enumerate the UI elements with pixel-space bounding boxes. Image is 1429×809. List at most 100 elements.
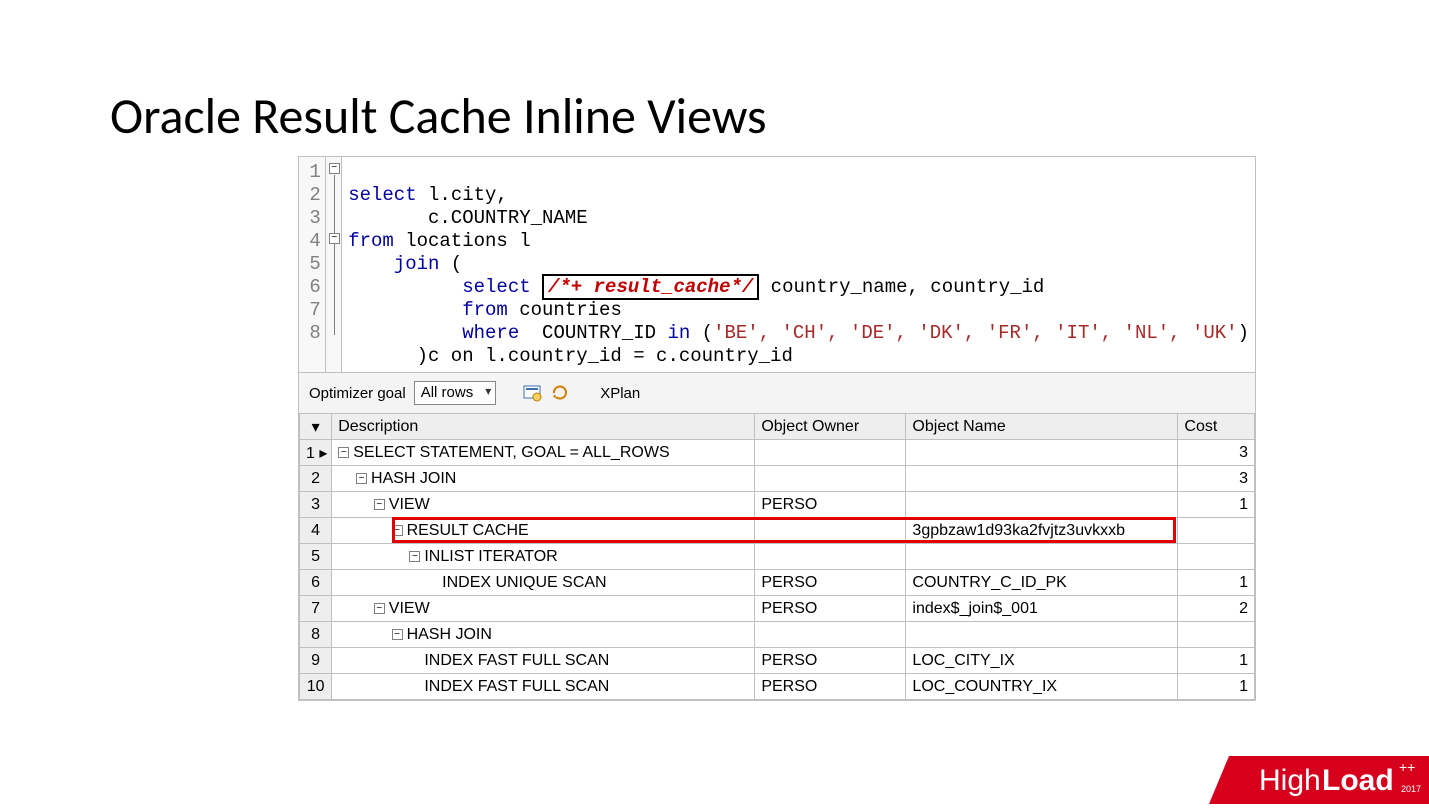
line-number: 5 — [309, 253, 321, 276]
plan-table-container: ▾ Description Object Owner Object Name C… — [299, 413, 1255, 700]
plan-cost: 1 — [1178, 570, 1255, 596]
plan-description: −SELECT STATEMENT, GOAL = ALL_ROWS — [332, 440, 755, 466]
sql-hint-highlight: /*+ result_cache*/ — [542, 274, 759, 300]
plan-corner-menu[interactable]: ▾ — [300, 414, 332, 440]
line-number: 4 — [309, 230, 321, 253]
plan-row[interactable]: 3 −VIEWPERSO 1 — [300, 492, 1255, 518]
plan-description: −HASH JOIN — [332, 466, 755, 492]
line-number: 2 — [309, 184, 321, 207]
plan-header-row: ▾ Description Object Owner Object Name C… — [300, 414, 1255, 440]
plan-object — [906, 492, 1178, 518]
plan-rownum: 8 — [300, 622, 332, 648]
plan-rownum: 2 — [300, 466, 332, 492]
plan-cost: 1 — [1178, 492, 1255, 518]
plan-description: INDEX UNIQUE SCAN — [332, 570, 755, 596]
tree-toggle-icon[interactable]: − — [338, 447, 349, 458]
sql-text: COUNTRY_ID — [519, 322, 667, 344]
plan-object: index$_join$_001 — [906, 596, 1178, 622]
plan-object: LOC_CITY_IX — [906, 648, 1178, 674]
config-icon[interactable] — [522, 383, 542, 403]
tree-toggle-icon[interactable]: − — [374, 603, 385, 614]
plan-row[interactable]: 5 −INLIST ITERATOR — [300, 544, 1255, 570]
plan-cost: 3 — [1178, 440, 1255, 466]
plan-row[interactable]: 2 −HASH JOIN3 — [300, 466, 1255, 492]
col-object-owner[interactable]: Object Owner — [755, 414, 906, 440]
plan-row[interactable]: 7 −VIEWPERSOindex$_join$_0012 — [300, 596, 1255, 622]
tree-toggle-icon[interactable]: − — [392, 629, 403, 640]
sql-text: country_name, country_id — [759, 276, 1044, 298]
sql-keyword: join — [394, 253, 440, 275]
sql-keyword: from — [462, 299, 508, 321]
tree-toggle-icon[interactable]: − — [392, 525, 403, 536]
editor-container: 1 2 3 4 5 6 7 8 − − select l.city, c.COU… — [298, 156, 1256, 701]
sql-text: )c on l.country_id = c.country_id — [348, 345, 793, 367]
code-body[interactable]: select l.city, c.COUNTRY_NAME from locat… — [342, 157, 1255, 372]
plan-owner: PERSO — [755, 674, 906, 700]
sql-pad — [348, 322, 462, 344]
sql-text: countries — [508, 299, 622, 321]
plan-cost — [1178, 544, 1255, 570]
plan-object — [906, 466, 1178, 492]
plan-row[interactable]: 4 −RESULT CACHE3gpbzaw1d93ka2fvjtz3uvkxx… — [300, 518, 1255, 544]
plan-cost: 1 — [1178, 674, 1255, 700]
optimizer-goal-label: Optimizer goal — [309, 385, 406, 402]
sql-keyword: select — [462, 276, 542, 298]
plan-description: −HASH JOIN — [332, 622, 755, 648]
plan-object — [906, 440, 1178, 466]
fold-toggle-icon[interactable]: − — [329, 233, 340, 244]
plan-owner: PERSO — [755, 492, 906, 518]
optimizer-goal-select[interactable]: All rows — [414, 381, 497, 405]
tree-toggle-icon[interactable]: − — [409, 551, 420, 562]
tree-toggle-icon[interactable]: − — [374, 499, 385, 510]
logo-plus: ++ — [1399, 759, 1415, 775]
slide-title: Oracle Result Cache Inline Views — [110, 86, 767, 147]
plan-cost — [1178, 518, 1255, 544]
line-number: 1 — [309, 161, 321, 184]
sql-text: l.city, — [417, 184, 508, 206]
plan-description: INDEX FAST FULL SCAN — [332, 648, 755, 674]
plan-owner — [755, 466, 906, 492]
plan-cost — [1178, 622, 1255, 648]
sql-text: c.COUNTRY_NAME — [348, 207, 587, 229]
plan-owner — [755, 518, 906, 544]
plan-row[interactable]: 6 INDEX UNIQUE SCANPERSOCOUNTRY_C_ID_PK1 — [300, 570, 1255, 596]
plan-cost: 2 — [1178, 596, 1255, 622]
fold-toggle-icon[interactable]: − — [329, 163, 340, 174]
plan-row[interactable]: 1 ▸−SELECT STATEMENT, GOAL = ALL_ROWS3 — [300, 440, 1255, 466]
line-number: 6 — [309, 276, 321, 299]
col-cost[interactable]: Cost — [1178, 414, 1255, 440]
explain-plan-table: ▾ Description Object Owner Object Name C… — [299, 413, 1255, 700]
sql-string: 'BE', 'CH', 'DE', 'DK', 'FR', 'IT', 'NL'… — [713, 322, 1238, 344]
line-number: 8 — [309, 322, 321, 345]
sql-text: ( — [439, 253, 462, 275]
plan-rownum: 3 — [300, 492, 332, 518]
refresh-plan-icon[interactable] — [550, 383, 570, 403]
plan-toolbar: Optimizer goal All rows XPlan — [299, 372, 1255, 413]
fold-gutter: − − — [326, 157, 342, 372]
plan-description: −VIEW — [332, 596, 755, 622]
plan-rownum: 6 — [300, 570, 332, 596]
plan-owner — [755, 440, 906, 466]
sql-text: ( — [690, 322, 713, 344]
plan-description: −RESULT CACHE — [332, 518, 755, 544]
plan-description: −VIEW — [332, 492, 755, 518]
plan-owner: PERSO — [755, 570, 906, 596]
xplan-button[interactable]: XPlan — [600, 385, 640, 402]
plan-row[interactable]: 10 INDEX FAST FULL SCANPERSOLOC_COUNTRY_… — [300, 674, 1255, 700]
sql-text: ) — [1238, 322, 1249, 344]
line-number-gutter: 1 2 3 4 5 6 7 8 — [299, 157, 326, 372]
tree-toggle-icon[interactable]: − — [356, 473, 367, 484]
plan-row[interactable]: 8 −HASH JOIN — [300, 622, 1255, 648]
logo-high: High — [1259, 764, 1321, 797]
plan-row[interactable]: 9 INDEX FAST FULL SCANPERSOLOC_CITY_IX1 — [300, 648, 1255, 674]
sql-text: locations l — [394, 230, 531, 252]
plan-object: LOC_COUNTRY_IX — [906, 674, 1178, 700]
logo-load: Load — [1322, 764, 1394, 797]
sql-editor[interactable]: 1 2 3 4 5 6 7 8 − − select l.city, c.COU… — [299, 157, 1255, 372]
col-object-name[interactable]: Object Name — [906, 414, 1178, 440]
col-description[interactable]: Description — [332, 414, 755, 440]
plan-object — [906, 544, 1178, 570]
logo-year: 2017 — [1401, 784, 1421, 794]
plan-rownum: 4 — [300, 518, 332, 544]
plan-rownum: 7 — [300, 596, 332, 622]
